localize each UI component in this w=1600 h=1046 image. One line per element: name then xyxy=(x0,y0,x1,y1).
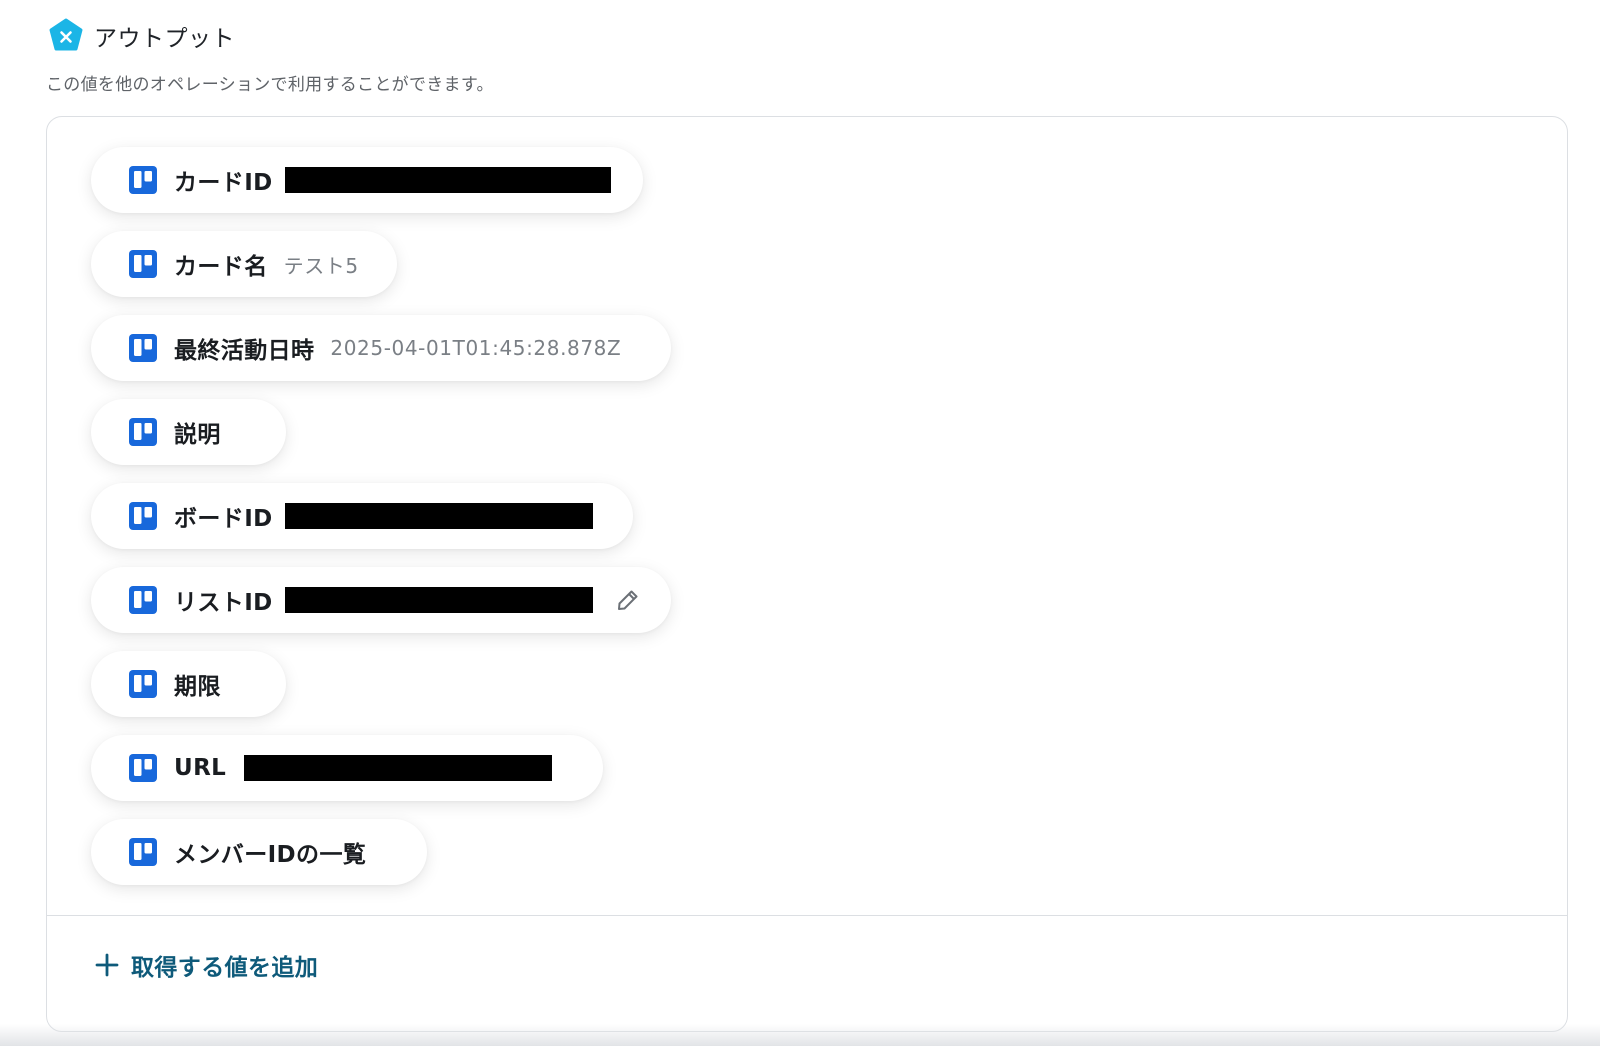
redacted-value xyxy=(284,503,593,529)
trello-icon xyxy=(129,250,157,278)
output-chip-card-id[interactable]: カードID xyxy=(91,147,643,213)
page-title: アウトプット xyxy=(94,26,235,52)
chip-label: URL xyxy=(174,755,227,781)
trello-icon xyxy=(129,166,157,194)
output-chip-list-id[interactable]: リストID xyxy=(91,567,671,633)
output-chip-description[interactable]: 説明 xyxy=(91,399,286,465)
output-chip-last-activity[interactable]: 最終活動日時 2025-04-01T01:45:28.878Z xyxy=(91,315,671,381)
trello-icon xyxy=(129,754,157,782)
chip-value: 2025-04-01T01:45:28.878Z xyxy=(330,336,622,360)
output-chip-member-ids[interactable]: メンバーIDの一覧 xyxy=(91,819,427,885)
chip-value: テスト5 xyxy=(283,253,359,278)
chip-label: リストID xyxy=(174,590,273,616)
chip-label: 最終活動日時 xyxy=(174,338,315,364)
chip-label: カードID xyxy=(174,170,273,196)
trello-icon xyxy=(129,586,157,614)
trello-icon xyxy=(129,418,157,446)
trello-icon xyxy=(129,670,157,698)
bottom-fade xyxy=(0,1024,1600,1046)
trello-icon xyxy=(129,838,157,866)
trello-icon xyxy=(129,334,157,362)
output-panel: カードID カード名 テスト5 最終活動日時 2025-04-01T01:45:… xyxy=(46,116,1568,1032)
page-subtitle: この値を他のオペレーションで利用することができます。 xyxy=(46,75,494,95)
output-header: アウトプット xyxy=(48,16,235,56)
output-chip-due-date[interactable]: 期限 xyxy=(91,651,286,717)
chip-label: ボードID xyxy=(174,506,273,532)
pencil-icon[interactable] xyxy=(615,587,641,613)
output-chip-card-name[interactable]: カード名 テスト5 xyxy=(91,231,397,297)
add-value-label: 取得する値を追加 xyxy=(131,955,319,981)
redacted-value xyxy=(244,755,553,781)
trello-icon xyxy=(129,502,157,530)
panel-divider xyxy=(47,915,1567,916)
plus-icon xyxy=(95,953,119,977)
chip-label: 期限 xyxy=(174,674,221,700)
x-pentagon-icon xyxy=(48,18,84,54)
output-chip-board-id[interactable]: ボードID xyxy=(91,483,633,549)
redacted-value xyxy=(284,587,593,613)
chip-label: カード名 xyxy=(174,254,268,280)
chip-label: メンバーIDの一覧 xyxy=(174,842,367,868)
output-chip-url[interactable]: URL xyxy=(91,735,603,801)
redacted-value xyxy=(284,167,611,193)
chip-label: 説明 xyxy=(174,422,221,448)
add-value-button[interactable]: 取得する値を追加 xyxy=(95,945,318,985)
